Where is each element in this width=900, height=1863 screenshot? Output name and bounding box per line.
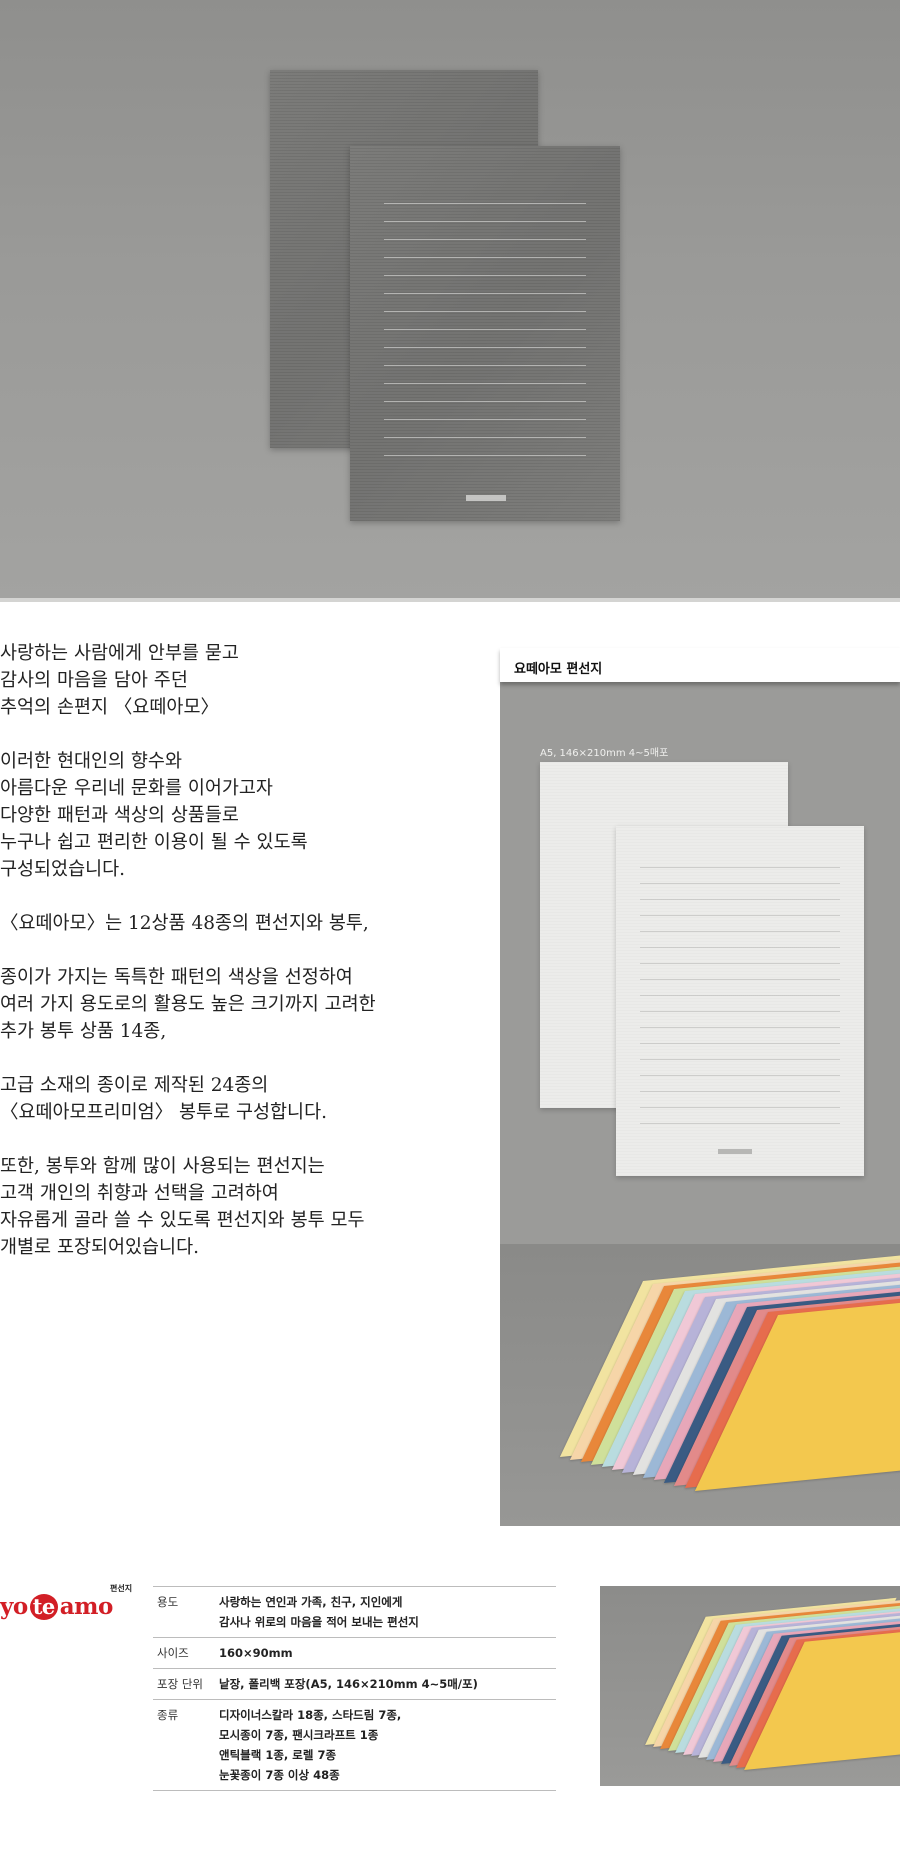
spec-value: 160×90mm	[219, 1646, 293, 1660]
white-letter-sheet-front	[616, 826, 864, 1176]
spec-value: 낱장, 폴리백 포장(A5, 146×210mm 4~5매/포)	[219, 1677, 478, 1691]
intro-paragraph: 또한, 봉투와 함께 많이 사용되는 편선지는 고객 개인의 취향과 선택을 고…	[0, 1156, 365, 1258]
color-sheet-fan	[600, 1586, 900, 1786]
intro-paragraph: 사랑하는 사람에게 안부를 묻고 감사의 마음을 담아 주던 추억의 손편지 〈…	[0, 643, 239, 718]
spec-row-usage: 용도 사랑하는 연인과 가족, 친구, 지인에게 감사나 위로의 마음을 적어 …	[153, 1587, 556, 1638]
spec-row-size: 사이즈 160×90mm	[153, 1638, 556, 1669]
spec-label: 용도	[157, 1595, 179, 1609]
color-sheet-fan	[500, 1244, 900, 1526]
brand-logo: yo te amo 편선지	[0, 1583, 135, 1633]
sheet-logo-mark	[466, 495, 506, 501]
footer-color-fan-photo	[600, 1586, 900, 1786]
hero-photo	[0, 0, 900, 600]
spec-label: 사이즈	[157, 1646, 189, 1660]
brand-wordmark: yo te amo	[0, 1593, 113, 1620]
color-fan-photo	[500, 1244, 900, 1526]
intro-text: 사랑하는 사람에게 안부를 묻고 감사의 마음을 담아 주던 추억의 손편지 〈…	[0, 640, 470, 1288]
spec-value: 사랑하는 연인과 가족, 친구, 지인에게 감사나 위로의 마음을 적어 보내는…	[219, 1595, 419, 1629]
intro-paragraph: 종이가 가지는 독특한 패턴의 색상을 선정하여 여러 가지 용도로의 활용도 …	[0, 967, 376, 1042]
sheet-logo-mark	[718, 1149, 752, 1154]
spec-table: 용도 사랑하는 연인과 가족, 친구, 지인에게 감사나 위로의 마음을 적어 …	[153, 1586, 556, 1791]
spec-label: 포장 단위	[157, 1677, 203, 1691]
intro-paragraph: 〈요떼아모〉는 12상품 48종의 편선지와 봉투,	[0, 913, 369, 934]
sheet-ruled-lines	[640, 852, 840, 1132]
hero-divider	[0, 598, 900, 602]
spec-row-types: 종류 디자이너스칼라 18종, 스타드림 7종, 모시종이 7종, 팬시크라프트…	[153, 1700, 556, 1791]
spec-value: 디자이너스칼라 18종, 스타드림 7종, 모시종이 7종, 팬시크라프트 1종…	[219, 1708, 402, 1782]
spec-label: 종류	[157, 1708, 179, 1722]
spec-row-packaging: 포장 단위 낱장, 폴리백 포장(A5, 146×210mm 4~5매/포)	[153, 1669, 556, 1700]
product-panel: 요떼아모 편선지 A5, 146×210mm 4~5매포	[500, 648, 900, 1526]
panel-spec-label: A5, 146×210mm 4~5매포	[540, 748, 669, 759]
brand-subtitle: 편선지	[110, 1584, 133, 1593]
panel-title: 요떼아모 편선지	[500, 648, 900, 682]
sheet-ruled-lines	[384, 186, 586, 471]
intro-paragraph: 고급 소재의 종이로 제작된 24종의 〈요떼아모프리미엄〉 봉투로 구성합니다…	[0, 1075, 327, 1123]
grey-letter-sheet-front	[350, 146, 620, 521]
intro-paragraph: 이러한 현대인의 향수와 아름다운 우리네 문화를 이어가고자 다양한 패턴과 …	[0, 751, 308, 880]
